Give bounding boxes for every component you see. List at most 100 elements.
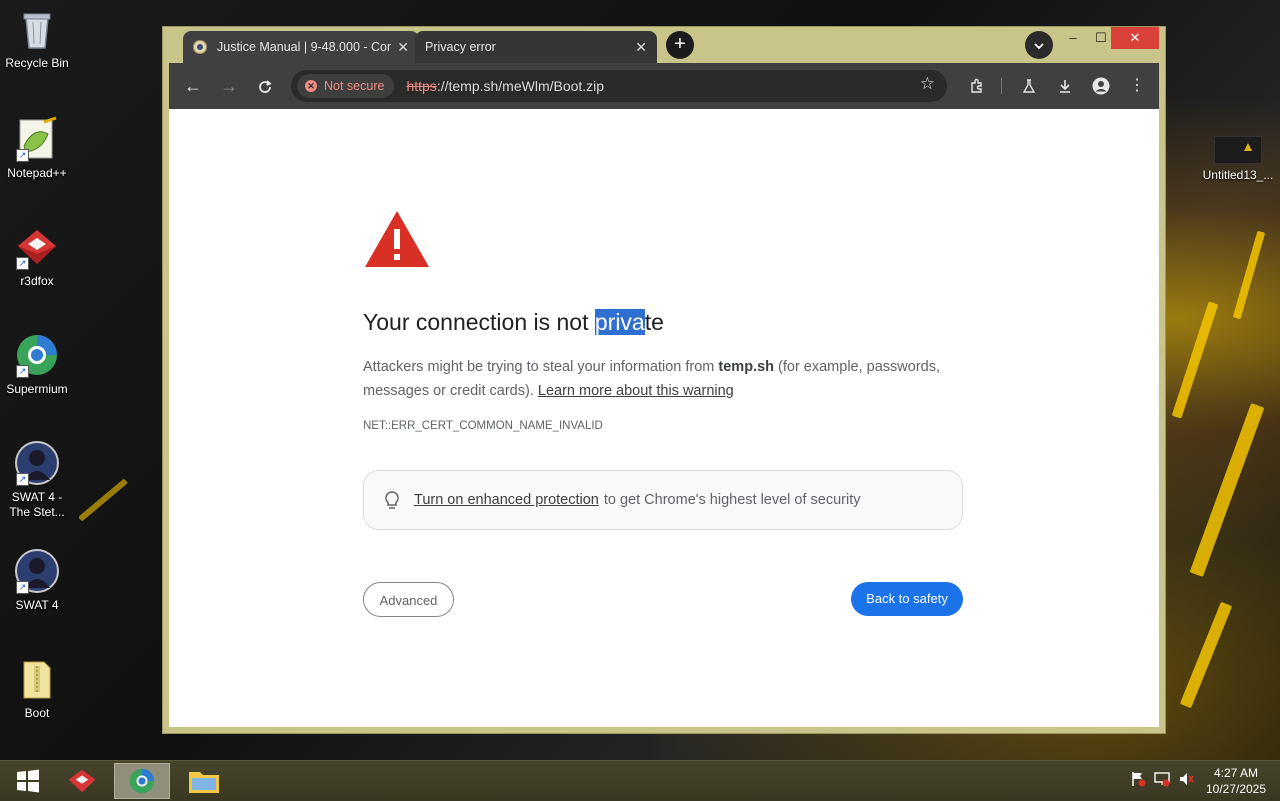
desktop-icon-swat4[interactable]: ↗ SWAT 4 (0, 548, 74, 613)
windows-logo-icon (17, 769, 39, 793)
desktop-icon-notepadpp[interactable]: ↗ Notepad++ (0, 116, 74, 181)
heading-selected-text: priva (594, 309, 645, 335)
r3dfox-icon (68, 769, 96, 793)
heading-text: Your connection is not (363, 309, 595, 335)
desktop-icon-untitled13[interactable]: Untitled13_... (1200, 136, 1276, 182)
heading-text: te (644, 309, 664, 335)
desktop-icon-label: Recycle Bin (5, 56, 69, 70)
toolbar-divider (1001, 78, 1002, 94)
warning-circle-icon: ✕ (305, 80, 317, 92)
close-window-button[interactable]: ✕ (1111, 27, 1159, 49)
start-button[interactable] (0, 763, 56, 799)
tab-close-icon[interactable]: ✕ (397, 39, 409, 56)
kebab-menu-icon: ⋮ (1129, 77, 1145, 94)
shortcut-arrow-icon: ↗ (16, 149, 29, 162)
reload-icon (259, 80, 272, 94)
enhanced-protection-text: to get Chrome's highest level of securit… (603, 492, 861, 508)
desktop-icon-label: SWAT 4 (15, 598, 59, 612)
clock-time: 4:27 AM (1213, 766, 1259, 780)
lightbulb-icon (385, 491, 399, 509)
profile-button[interactable] (1089, 74, 1113, 98)
desktop-icon-boot[interactable]: Boot (0, 656, 74, 721)
description-text: Attackers might be trying to steal your … (363, 359, 719, 375)
folder-icon (189, 772, 219, 793)
wallpaper-streak (1189, 403, 1265, 577)
shortcut-arrow-icon: ↗ (16, 473, 29, 486)
learn-more-link[interactable]: Learn more about this warning (538, 383, 734, 399)
clock-date: 10/27/2025 (1205, 782, 1267, 796)
tab-strip: Justice Manual | 9-48.000 - Com ✕ Privac… (163, 27, 1165, 63)
notepadpp-icon: ↗ (14, 116, 60, 162)
browser-toolbar: ← → ✕ Not secure https://temp.sh/meWlm/B… (169, 63, 1159, 109)
volume-muted-icon[interactable] (1178, 771, 1194, 790)
desktop-icon-swat4-stetchkov[interactable]: ↗ SWAT 4 - The Stet... (0, 440, 74, 520)
url-text[interactable]: https://temp.sh/meWlm/Boot.zip (406, 78, 604, 94)
url-rest: ://temp.sh/meWlm/Boot.zip (436, 78, 605, 94)
shortcut-arrow-icon: ↗ (16, 581, 29, 594)
puzzle-icon (971, 78, 982, 93)
supermium-icon: ↗ (14, 332, 60, 378)
desktop-icon-label: Notepad++ (7, 166, 67, 180)
reload-button[interactable] (253, 74, 277, 98)
supermium-icon (129, 768, 155, 794)
address-bar[interactable]: ✕ Not secure https://temp.sh/meWlm/Boot.… (291, 70, 947, 102)
enhanced-protection-link[interactable]: Turn on enhanced protection (414, 492, 599, 508)
download-icon (1060, 79, 1070, 93)
flask-icon (1022, 79, 1036, 93)
warning-description: Attackers might be trying to steal your … (363, 355, 975, 403)
taskbar-r3dfox[interactable] (54, 763, 110, 799)
swat4-icon: ↗ (14, 440, 60, 486)
new-tab-button[interactable]: + (666, 31, 694, 59)
taskbar: 4:27 AM 10/27/2025 (0, 760, 1280, 801)
description-domain: temp.sh (718, 359, 774, 375)
forward-button[interactable]: → (217, 74, 241, 98)
wallpaper-streak (1179, 601, 1233, 709)
back-to-safety-button[interactable]: Back to safety (851, 582, 963, 616)
desktop-icon-recycle-bin[interactable]: Recycle Bin (0, 6, 74, 71)
menu-button[interactable]: ⋮ (1125, 74, 1149, 98)
folder-zip-icon (14, 656, 60, 702)
arrow-right-icon: → (220, 76, 238, 96)
profile-icon (1092, 77, 1110, 95)
action-center-flag-icon[interactable] (1130, 771, 1146, 790)
not-secure-chip[interactable]: ✕ Not secure (297, 74, 395, 98)
url-scheme: https (406, 78, 437, 94)
taskbar-file-explorer[interactable] (176, 763, 232, 799)
tab-privacy-error[interactable]: Privacy error ✕ (415, 31, 657, 63)
desktop-icon-label: SWAT 4 - The Stet... (9, 490, 65, 519)
r3dfox-icon: ↗ (14, 224, 60, 270)
enhanced-protection-box: Turn on enhanced protection to get Chrom… (363, 470, 963, 530)
tab-title: Privacy error (425, 40, 496, 54)
tab-close-icon[interactable]: ✕ (635, 39, 647, 56)
desktop-icon-label: Supermium (6, 382, 68, 396)
bookmark-star-icon[interactable]: ☆ (920, 74, 935, 94)
desktop-icon-label: Boot (24, 706, 50, 720)
back-button[interactable]: ← (181, 74, 205, 98)
extensions-button[interactable] (965, 74, 989, 98)
wallpaper-streak (1232, 230, 1266, 320)
arrow-left-icon: ← (184, 76, 202, 96)
network-icon[interactable] (1154, 771, 1170, 790)
advanced-button[interactable]: Advanced (363, 582, 454, 617)
security-label: Not secure (324, 79, 385, 93)
labs-button[interactable] (1017, 74, 1041, 98)
image-file-icon (1214, 136, 1262, 164)
taskbar-supermium[interactable] (114, 763, 170, 799)
desktop-icon-supermium[interactable]: ↗ Supermium (0, 332, 74, 397)
downloads-button[interactable] (1053, 74, 1077, 98)
page-heading: Your connection is not private (363, 309, 664, 336)
tab-title: Justice Manual | 9-48.000 - Com (217, 40, 392, 54)
error-code: NET::ERR_CERT_COMMON_NAME_INVALID (363, 420, 603, 432)
warning-triangle-icon (365, 211, 429, 267)
recycle-bin-icon (14, 6, 60, 52)
desktop-icon-r3dfox[interactable]: ↗ r3dfox (0, 224, 74, 289)
browser-window: Justice Manual | 9-48.000 - Com ✕ Privac… (162, 26, 1166, 734)
system-clock[interactable]: 4:27 AM 10/27/2025 (1196, 765, 1276, 797)
wallpaper-streak (78, 478, 128, 522)
tab-search-button[interactable] (1025, 31, 1053, 59)
desktop-icon-label: r3dfox (20, 274, 54, 288)
tab-justice-manual[interactable]: Justice Manual | 9-48.000 - Com ✕ (183, 31, 419, 63)
swat4-icon: ↗ (14, 548, 60, 594)
desktop-icon-label: Untitled13_... (1202, 168, 1274, 182)
shortcut-arrow-icon: ↗ (16, 365, 29, 378)
